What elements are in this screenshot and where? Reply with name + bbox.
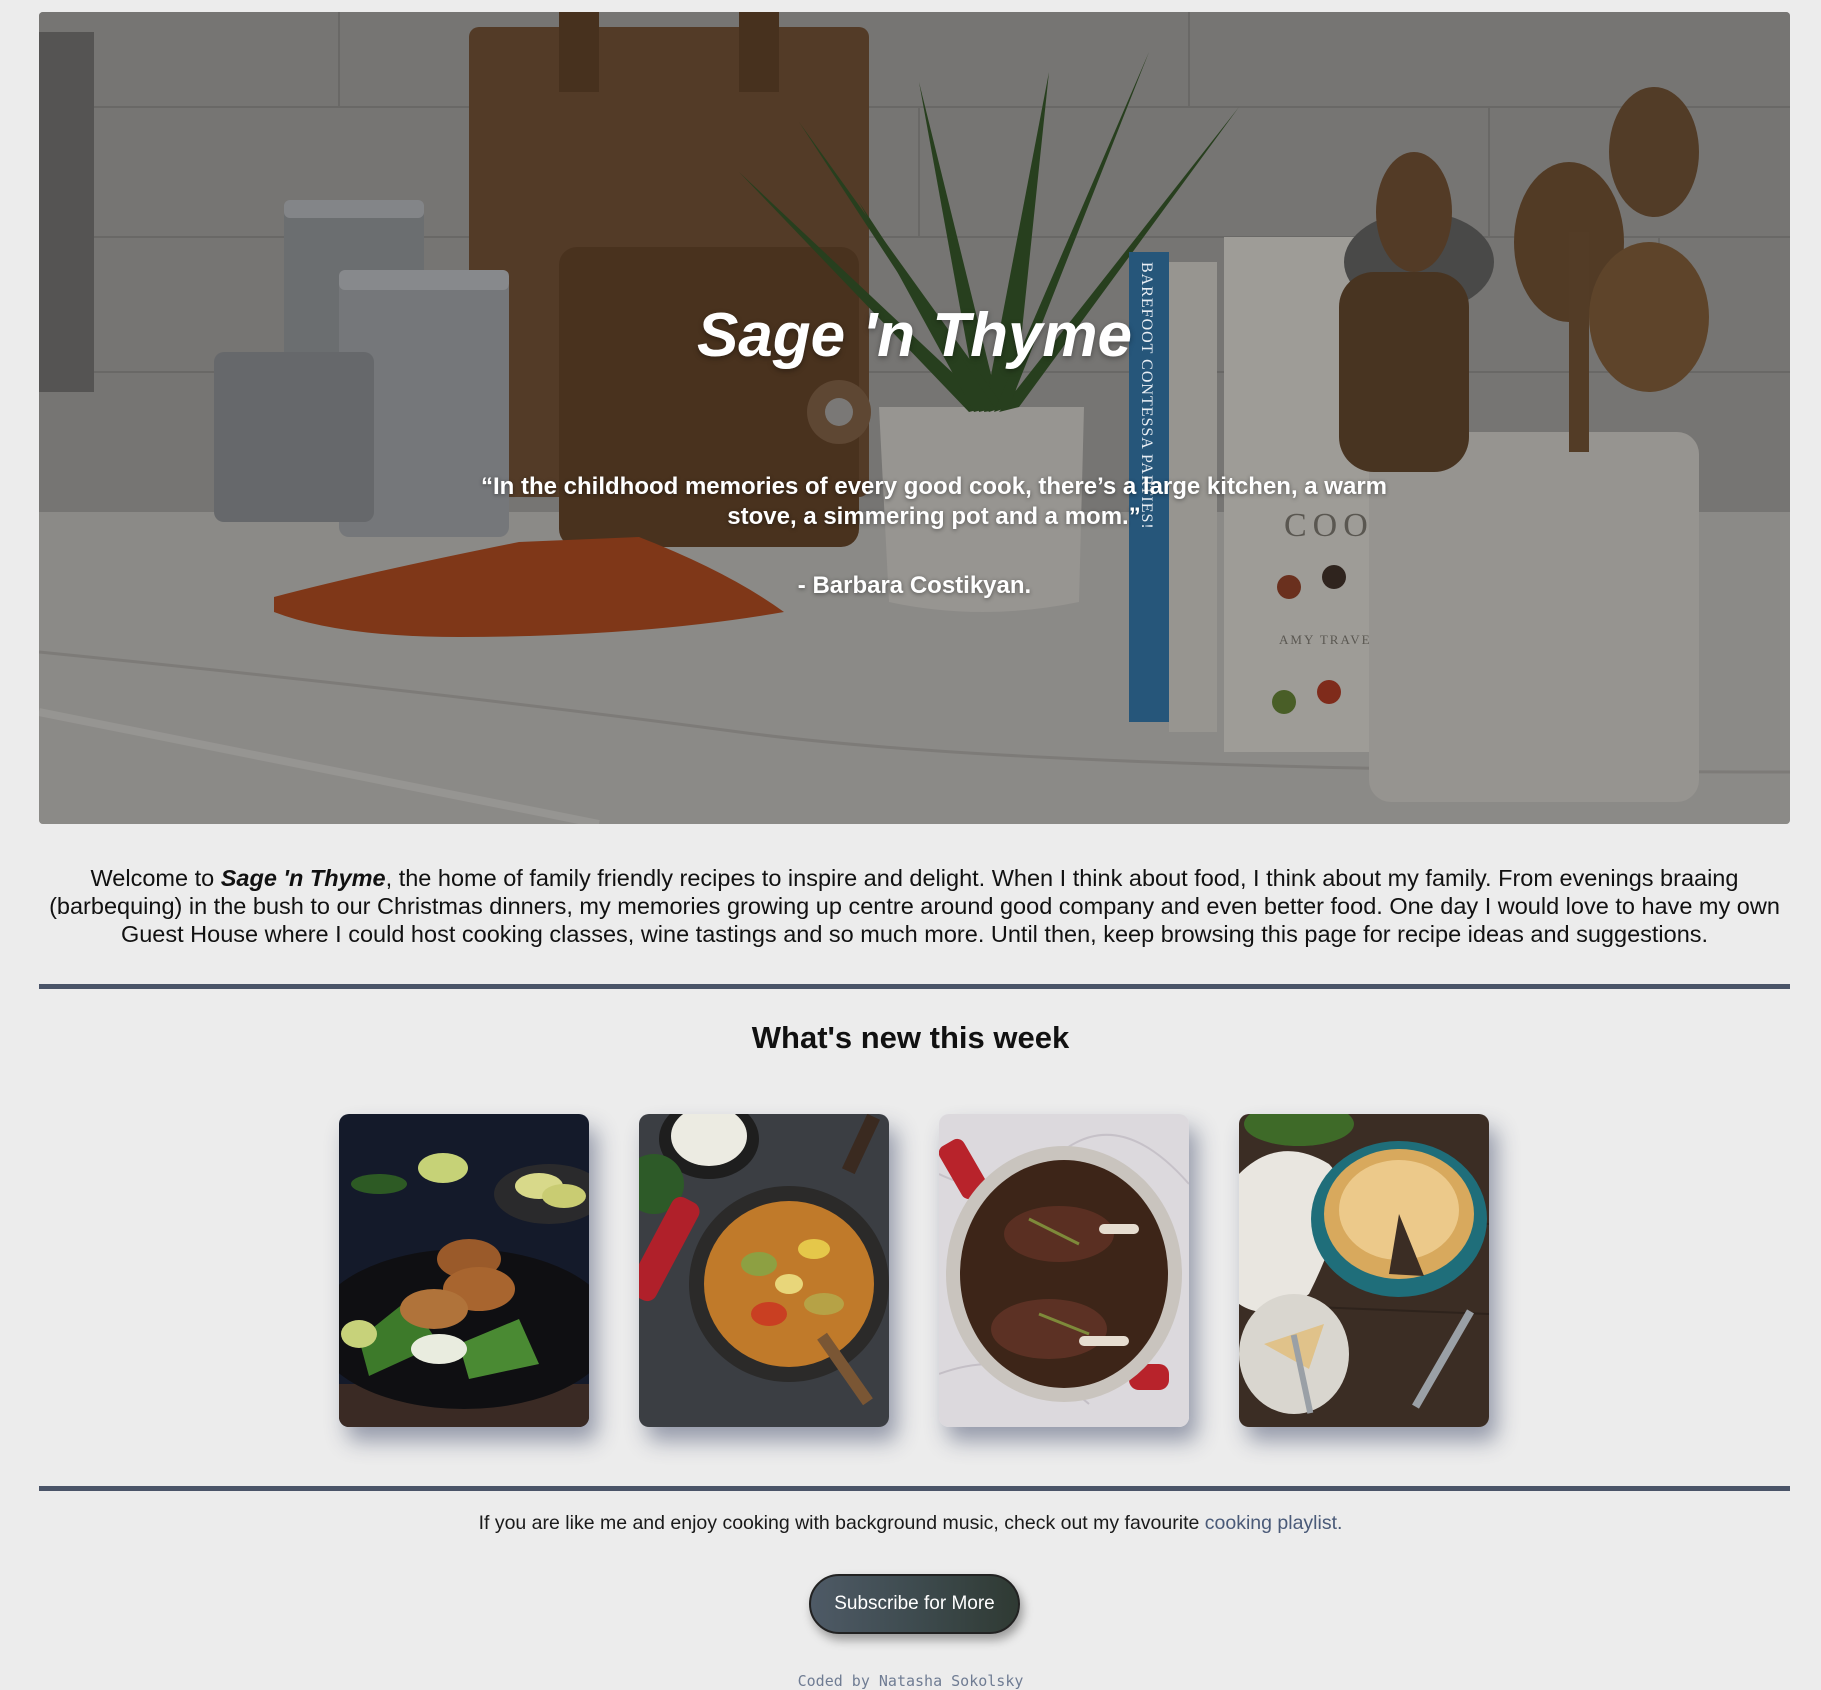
recipe-card-fishcakes[interactable] xyxy=(339,1114,589,1427)
intro-prefix: Welcome to xyxy=(90,865,221,891)
recipe-card-cheesecake[interactable] xyxy=(1239,1114,1489,1427)
whats-new-heading: What's new this week xyxy=(751,1020,1070,1055)
recipe-card-lamb-shanks[interactable] xyxy=(939,1114,1189,1427)
baked-cheesecake-photo xyxy=(1239,1114,1489,1427)
credit-text: Coded by Natasha Sokolsky xyxy=(797,1672,1024,1690)
hero-quote: “In the childhood memories of every good… xyxy=(480,473,1387,530)
subscribe-button[interactable]: Subscribe for More xyxy=(809,1574,1020,1634)
welcome-paragraph: Welcome to Sage 'n Thyme, the home of fa… xyxy=(39,864,1790,948)
site-title: Sage 'n Thyme xyxy=(696,301,1133,370)
intro-brand: Sage 'n Thyme xyxy=(220,865,386,891)
cooking-playlist-link[interactable]: cooking playlist. xyxy=(1205,1512,1343,1534)
section-divider-bottom xyxy=(39,1486,1790,1491)
playlist-text: If you are like me and enjoy cooking wit… xyxy=(0,1512,1821,1535)
hero-banner: BAREFOOT CONTESSA PARTIES! COO AMY TRAVE… xyxy=(39,12,1790,824)
quote-author: - Barbara Costikyan. xyxy=(797,572,1032,599)
fishcakes-salad-photo xyxy=(339,1114,589,1427)
recipe-cards xyxy=(339,1114,1489,1427)
hero-dark-overlay xyxy=(39,12,1790,824)
braised-lamb-shanks-photo xyxy=(939,1114,1189,1427)
section-divider-top xyxy=(39,984,1790,989)
book-author-text: AMY TRAVE xyxy=(1279,632,1372,647)
vegetable-curry-photo xyxy=(639,1114,889,1427)
recipe-card-curry[interactable] xyxy=(639,1114,889,1427)
playlist-sentence: If you are like me and enjoy cooking wit… xyxy=(478,1512,1205,1534)
